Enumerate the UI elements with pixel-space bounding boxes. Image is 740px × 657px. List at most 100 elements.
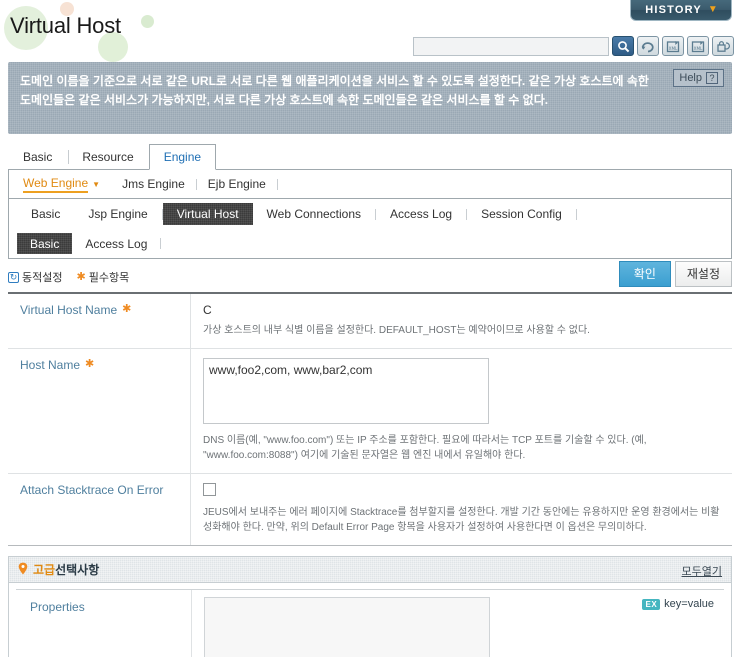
xml-import-icon[interactable]: XML bbox=[662, 36, 684, 56]
tab-basic[interactable]: Basic bbox=[8, 144, 67, 169]
divider bbox=[575, 208, 577, 220]
tabs-level4: Basic Access Log bbox=[8, 229, 732, 259]
tab-label: Engine bbox=[163, 150, 202, 164]
field-row-attach-stacktrace: Attach Stacktrace On Error JEUS에서 보내주는 에… bbox=[8, 474, 732, 545]
notice-text: 도메인 이름을 기준으로 서로 같은 URL로 서로 다른 웹 애플리케이션을 … bbox=[20, 74, 649, 107]
tab-label: Basic bbox=[31, 207, 61, 221]
search-icon[interactable] bbox=[612, 36, 634, 56]
tab-label: Virtual Host bbox=[176, 207, 239, 221]
field-value: JEUS에서 보내주는 에러 페이지에 Stacktrace를 첨부할지를 설정… bbox=[191, 474, 732, 545]
chevron-down-icon: ▼ bbox=[92, 179, 101, 189]
tab-label: Basic bbox=[30, 236, 60, 251]
tab-basic[interactable]: Basic bbox=[17, 203, 74, 225]
dynamic-setting-icon: ↻ bbox=[8, 271, 19, 283]
divider bbox=[276, 178, 278, 190]
history-button[interactable]: HISTORY ▼ bbox=[630, 0, 732, 21]
properties-textarea[interactable] bbox=[204, 597, 490, 657]
advanced-body: Properties EX key=value bbox=[8, 583, 732, 657]
reset-button[interactable]: 재설정 bbox=[674, 261, 732, 287]
hint-text: key=value bbox=[664, 598, 714, 610]
tab-access-log[interactable]: Access Log bbox=[376, 203, 466, 225]
tab-label: Ejb Engine bbox=[207, 177, 266, 191]
field-description: 가상 호스트의 내부 식별 이름을 설정한다. DEFAULT_HOST는 예약… bbox=[203, 325, 590, 336]
tabs-level1: Basic Resource Engine bbox=[8, 143, 732, 170]
field-description: DNS 이름(예, "www.foo.com") 또는 IP 주소를 포함한다.… bbox=[203, 435, 647, 461]
tab-web-connections[interactable]: Web Connections bbox=[253, 203, 376, 225]
search-input[interactable] bbox=[413, 36, 609, 56]
field-label: Properties bbox=[16, 590, 192, 657]
confirm-button[interactable]: 확인 bbox=[618, 261, 671, 287]
field-value: EX key=value bbox=[192, 590, 724, 657]
tab-session-config[interactable]: Session Config bbox=[467, 203, 576, 225]
pin-icon bbox=[18, 562, 28, 578]
advanced-header: 고급 선택사항 모두열기 bbox=[8, 556, 732, 583]
properties-hint: EX key=value bbox=[642, 597, 714, 610]
label-text: Host Name bbox=[20, 358, 81, 372]
lock-reload-icon[interactable] bbox=[712, 36, 734, 56]
required-asterisk-icon: ✱ bbox=[122, 303, 132, 315]
tab-access-log[interactable]: Access Log bbox=[72, 233, 160, 254]
chevron-down-icon: ▼ bbox=[707, 4, 719, 15]
advanced-table: Properties EX key=value bbox=[16, 589, 724, 657]
field-label: Virtual Host Name ✱ bbox=[8, 294, 191, 348]
legend-required: ✱ 필수항목 bbox=[76, 269, 129, 285]
settings-form: Virtual Host Name ✱ C 가상 호스트의 내부 식별 이름을 … bbox=[8, 292, 732, 546]
tab-virtual-host[interactable]: Virtual Host bbox=[163, 203, 253, 225]
field-description: JEUS에서 보내주는 에러 페이지에 Stacktrace를 첨부할지를 설정… bbox=[203, 507, 720, 533]
toolbar: XML XML bbox=[413, 36, 734, 56]
tab-label: Web Engine bbox=[23, 176, 89, 193]
field-label: Host Name ✱ bbox=[8, 349, 191, 473]
expand-all-link[interactable]: 모두열기 bbox=[682, 563, 722, 579]
field-row-host-name: Host Name ✱ DNS 이름(예, "www.foo.com") 또는 … bbox=[8, 349, 732, 474]
help-label: Help bbox=[679, 72, 702, 84]
example-badge: EX bbox=[642, 598, 661, 610]
help-button[interactable]: Help ? bbox=[673, 69, 724, 87]
virtual-host-name-value[interactable]: C bbox=[203, 303, 722, 317]
xml-export-icon[interactable]: XML bbox=[687, 36, 709, 56]
question-mark-icon: ? bbox=[706, 72, 718, 84]
svg-text:XML: XML bbox=[694, 46, 703, 51]
tab-basic[interactable]: Basic bbox=[17, 233, 72, 254]
label-text: Attach Stacktrace On Error bbox=[20, 483, 164, 497]
advanced-title-accent: 고급 bbox=[33, 563, 56, 577]
attach-stacktrace-checkbox[interactable] bbox=[203, 483, 216, 496]
tab-jsp-engine[interactable]: Jsp Engine bbox=[74, 203, 161, 225]
tab-label: Access Log bbox=[85, 236, 148, 251]
tabs-level2: Web Engine ▼ Jms Engine Ejb Engine bbox=[8, 170, 732, 199]
tab-label: Jms Engine bbox=[122, 177, 185, 191]
advanced-section: 고급 선택사항 모두열기 Properties EX key=value bbox=[8, 556, 732, 657]
field-value: DNS 이름(예, "www.foo.com") 또는 IP 주소를 포함한다.… bbox=[191, 349, 732, 473]
tab-ejb-engine[interactable]: Ejb Engine bbox=[197, 170, 277, 199]
notice-banner: 도메인 이름을 기준으로 서로 같은 URL로 서로 다른 웹 애플리케이션을 … bbox=[8, 62, 732, 134]
legend-label: 동적설정 bbox=[22, 272, 63, 284]
legend-dynamic: ↻ 동적설정 bbox=[8, 269, 62, 285]
label-text: Virtual Host Name bbox=[20, 303, 118, 317]
tab-web-engine[interactable]: Web Engine ▼ bbox=[23, 170, 111, 199]
tab-jms-engine[interactable]: Jms Engine bbox=[111, 170, 196, 199]
tab-label: Access Log bbox=[390, 207, 453, 221]
field-row-properties: Properties EX key=value bbox=[16, 590, 724, 657]
refresh-icon[interactable] bbox=[637, 36, 659, 56]
field-row-virtual-host-name: Virtual Host Name ✱ C 가상 호스트의 내부 식별 이름을 … bbox=[8, 294, 732, 349]
advanced-title-rest: 선택사항 bbox=[55, 563, 100, 577]
tab-label: Session Config bbox=[481, 207, 562, 221]
tab-resource[interactable]: Resource bbox=[67, 144, 148, 169]
history-label: HISTORY bbox=[645, 4, 702, 16]
divider bbox=[160, 238, 162, 249]
host-name-textarea[interactable] bbox=[203, 358, 489, 424]
tab-engine[interactable]: Engine bbox=[148, 144, 217, 170]
legend-row: ↻ 동적설정 ✱ 필수항목 확인 재설정 bbox=[8, 261, 732, 289]
tab-label: Basic bbox=[23, 150, 53, 164]
decor-circle-green-3 bbox=[141, 15, 154, 28]
required-asterisk-icon: ✱ bbox=[76, 270, 86, 283]
page-title: Virtual Host bbox=[10, 13, 121, 38]
page-header: Virtual Host HISTORY ▼ XML XML bbox=[0, 0, 740, 62]
required-asterisk-icon: ✱ bbox=[85, 358, 95, 370]
svg-text:XML: XML bbox=[669, 46, 678, 51]
tab-label: Resource bbox=[82, 150, 134, 164]
form-actions: 확인 재설정 bbox=[618, 261, 732, 287]
legend-label: 필수항목 bbox=[88, 272, 130, 284]
tab-label: Jsp Engine bbox=[88, 207, 148, 221]
field-label: Attach Stacktrace On Error bbox=[8, 474, 191, 545]
field-value: C 가상 호스트의 내부 식별 이름을 설정한다. DEFAULT_HOST는 … bbox=[191, 294, 732, 348]
